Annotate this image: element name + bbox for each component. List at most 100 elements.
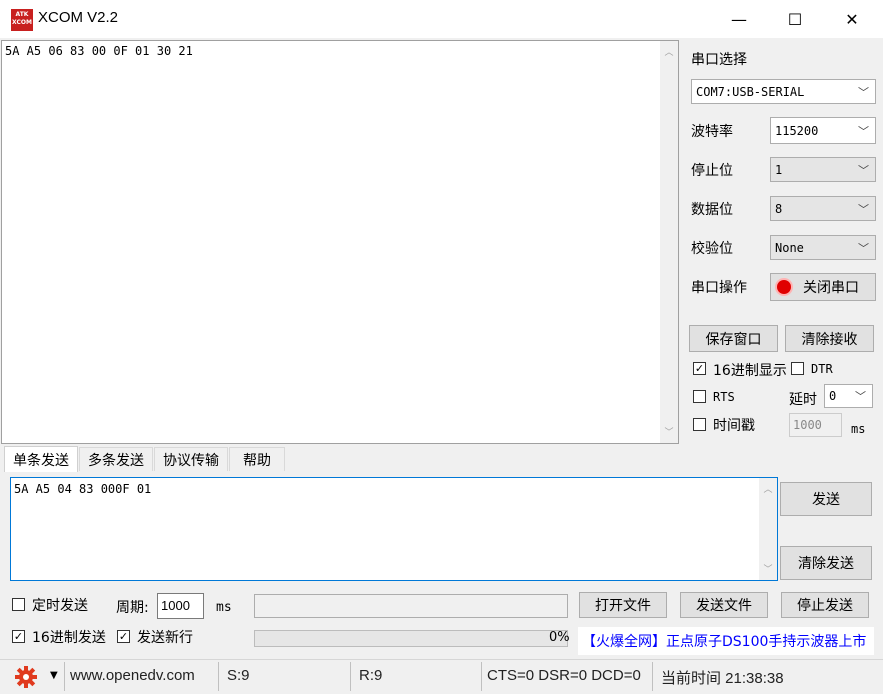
status-separator [218, 662, 219, 691]
baud-label: 波特率 [691, 124, 733, 140]
clear-send-button[interactable]: 清除发送 [780, 546, 872, 580]
status-separator [652, 662, 653, 691]
parity-select[interactable]: None ﹀ [770, 235, 876, 260]
period-label: 周期: [116, 600, 149, 616]
parity-label: 校验位 [691, 241, 733, 257]
receive-scrollbar[interactable]: ︿ ﹀ [660, 41, 678, 443]
timed-send-checkbox[interactable] [12, 598, 25, 611]
stop-bits-label: 停止位 [691, 163, 733, 179]
stop-send-label: 停止发送 [797, 598, 853, 614]
title-bar: ATK XCOM XCOM V2.2 — ☐ ✕ [0, 0, 883, 38]
send-text: 5A A5 04 83 000F 01 [14, 482, 152, 496]
timestamp-input[interactable]: 1000 [789, 413, 842, 437]
timestamp-label: 时间戳 [713, 418, 755, 434]
timestamp-checkbox[interactable] [693, 418, 706, 431]
baud-value: 115200 [775, 123, 819, 138]
hex-display-checkbox[interactable]: ✓ [693, 362, 706, 375]
status-separator [481, 662, 482, 691]
send-newline-checkbox[interactable]: ✓ [117, 630, 130, 643]
hex-send-checkbox[interactable]: ✓ [12, 630, 25, 643]
chevron-down-icon: ﹀ [858, 202, 869, 216]
port-value: COM7:USB-SERIAL [696, 84, 805, 99]
status-separator [64, 662, 65, 691]
period-unit: ms [216, 600, 232, 615]
maximize-button[interactable]: ☐ [766, 0, 824, 38]
ad-banner-link[interactable]: 【火爆全网】正点原子DS100手持示波器上市 [578, 627, 874, 655]
close-icon: ✕ [845, 9, 859, 29]
stop-bits-select[interactable]: 1 ﹀ [770, 157, 876, 182]
dtr-checkbox[interactable] [791, 362, 804, 375]
delay-select[interactable]: 0 ﹀ [824, 384, 873, 408]
receive-text: 5A A5 06 83 00 0F 01 30 21 [5, 44, 193, 58]
tab-label: 多条发送 [88, 452, 144, 469]
clear-receive-label: 清除接收 [801, 331, 858, 348]
send-newline-label: 发送新行 [137, 630, 193, 646]
scroll-up-icon[interactable]: ︿ [760, 482, 776, 495]
receive-area[interactable]: 5A A5 06 83 00 0F 01 30 21 ︿ ﹀ [1, 40, 679, 444]
chevron-down-icon: ﹀ [858, 163, 869, 177]
tab-protocol[interactable]: 协议传输 [154, 447, 228, 471]
current-time: 当前时间 21:38:38 [661, 670, 784, 687]
delay-value: 0 [829, 389, 837, 403]
led-icon [777, 280, 791, 294]
file-path-input[interactable] [254, 594, 568, 618]
save-window-button[interactable]: 保存窗口 [689, 325, 778, 352]
tab-label: 帮助 [243, 452, 271, 469]
app-logo-icon: ATK XCOM [11, 9, 33, 31]
window-title: XCOM V2.2 [38, 9, 119, 26]
tab-label: 协议传输 [163, 452, 219, 469]
send-label: 发送 [812, 492, 840, 508]
progress-percent: 0% [549, 630, 570, 645]
port-select[interactable]: COM7:USB-SERIAL ﹀ [691, 79, 876, 104]
timestamp-unit: ms [851, 422, 866, 436]
caret-down-icon[interactable]: ▼ [50, 670, 58, 681]
received-count: R:9 [359, 667, 383, 684]
delay-label: 延时 [789, 392, 817, 408]
send-button[interactable]: 发送 [780, 482, 872, 516]
scroll-down-icon[interactable]: ﹀ [760, 562, 776, 575]
close-port-button[interactable]: 关闭串口 [770, 273, 876, 301]
send-scrollbar[interactable]: ︿ ﹀ [759, 478, 777, 580]
hex-display-label: 16进制显示 [713, 363, 787, 379]
send-file-button[interactable]: 发送文件 [680, 592, 768, 618]
minimize-button[interactable]: — [710, 0, 768, 38]
hex-send-label: 16进制发送 [32, 630, 106, 646]
tab-single-send[interactable]: 单条发送 [4, 446, 78, 472]
stop-send-button[interactable]: 停止发送 [781, 592, 869, 618]
rts-label: RTS [713, 390, 735, 404]
settings-gear-icon[interactable] [14, 665, 38, 689]
close-port-label: 关闭串口 [803, 280, 859, 296]
port-op-label: 串口操作 [691, 280, 747, 296]
stop-bits-value: 1 [775, 162, 783, 177]
port-label: 串口选择 [691, 52, 747, 68]
timed-send-label: 定时发送 [32, 598, 88, 614]
sent-count: S:9 [227, 667, 250, 684]
period-input[interactable]: 1000 [157, 593, 204, 619]
data-bits-value: 8 [775, 201, 783, 216]
status-separator [350, 662, 351, 691]
dtr-label: DTR [811, 362, 833, 376]
scroll-up-icon[interactable]: ︿ [661, 45, 677, 58]
close-button[interactable]: ✕ [823, 0, 881, 38]
parity-value: None [775, 240, 804, 255]
tab-label: 单条发送 [13, 452, 69, 469]
open-file-button[interactable]: 打开文件 [579, 592, 667, 618]
clear-receive-button[interactable]: 清除接收 [785, 325, 874, 352]
chevron-down-icon: ﹀ [855, 390, 866, 403]
tab-help[interactable]: 帮助 [229, 447, 285, 471]
chevron-down-icon: ﹀ [858, 85, 869, 99]
signal-status: CTS=0 DSR=0 DCD=0 [487, 667, 641, 684]
website-link[interactable]: www.openedv.com [70, 667, 195, 684]
rts-checkbox[interactable] [693, 390, 706, 403]
scroll-down-icon[interactable]: ﹀ [661, 425, 677, 438]
clear-send-label: 清除发送 [798, 556, 854, 572]
baud-select[interactable]: 115200 ﹀ [770, 117, 876, 144]
data-bits-label: 数据位 [691, 202, 733, 218]
save-window-label: 保存窗口 [705, 331, 762, 348]
send-area[interactable]: 5A A5 04 83 000F 01 ︿ ﹀ [10, 477, 778, 581]
maximize-icon: ☐ [787, 9, 803, 29]
tab-multi-send[interactable]: 多条发送 [79, 447, 153, 471]
open-file-label: 打开文件 [595, 598, 651, 614]
chevron-down-icon: ﹀ [858, 241, 869, 255]
data-bits-select[interactable]: 8 ﹀ [770, 196, 876, 221]
